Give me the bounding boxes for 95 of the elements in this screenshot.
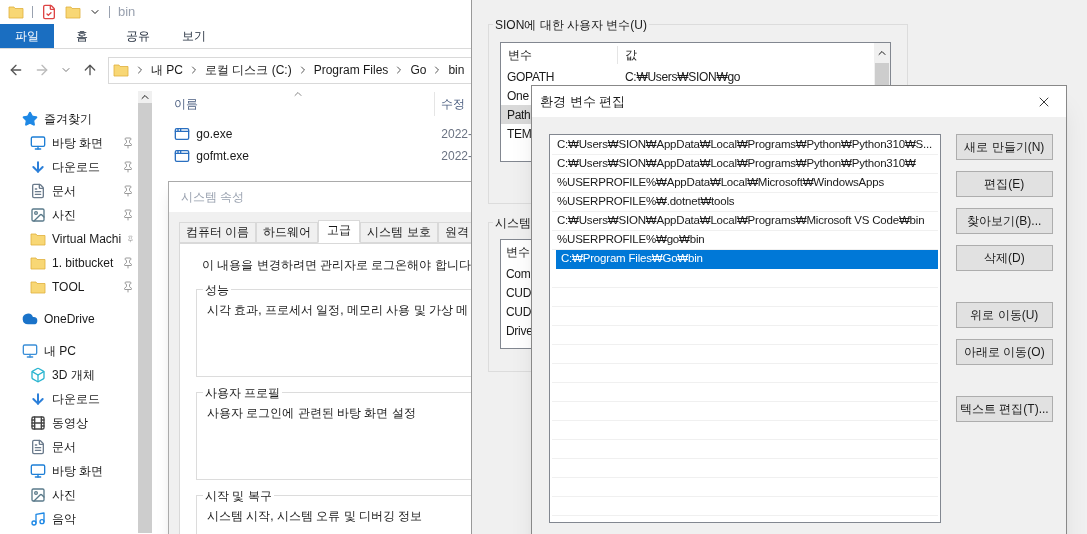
- nav-item[interactable]: 사진: [0, 203, 138, 227]
- document-icon: [30, 183, 46, 199]
- file-date: 2022-: [440, 148, 472, 165]
- nav-item[interactable]: 바탕 화면: [0, 459, 138, 483]
- nav-item[interactable]: 다운로드: [0, 387, 138, 411]
- star-icon: [22, 111, 38, 127]
- pin-icon[interactable]: [127, 233, 134, 245]
- path-item[interactable]: C:₩Users₩SION₩AppData₩Local₩Programs₩Python₩Python310₩: [552, 155, 938, 174]
- folder-icon: [30, 231, 46, 247]
- path-item[interactable]: C:₩Program Files₩Go₩bin: [556, 250, 938, 269]
- nav-item[interactable]: OneDrive: [0, 307, 138, 331]
- window-title: bin: [118, 3, 136, 22]
- nav-item[interactable]: 1. bitbucket: [0, 251, 138, 275]
- breadcrumb-item[interactable]: 내 PC: [151, 61, 183, 79]
- breadcrumb-item[interactable]: bin: [448, 61, 465, 79]
- column-header[interactable]: 수정: [435, 95, 466, 113]
- back-icon[interactable]: [8, 62, 24, 78]
- nav-item[interactable]: 다운로드: [0, 155, 138, 179]
- pin-icon[interactable]: [122, 257, 134, 269]
- path-list[interactable]: [549, 134, 941, 523]
- ribbon-tab[interactable]: 파일: [0, 24, 54, 48]
- nav-item[interactable]: Virtual Machi: [0, 227, 138, 251]
- group-description: 시각 효과, 프로세서 일정, 메모리 사용 및 가상 메: [207, 302, 469, 319]
- path-item[interactable]: C:₩Users₩SION₩AppData₩Local₩Programs₩Python₩Python310₩S...: [552, 136, 938, 155]
- folder-icon: [30, 255, 46, 271]
- down-arrow-icon: [30, 391, 46, 407]
- file-date: 2022-: [440, 126, 472, 143]
- app-icon: [174, 148, 191, 164]
- breadcrumb-item[interactable]: Program Files: [313, 61, 389, 79]
- dialog-button[interactable]: 새로 만들기(N): [956, 134, 1053, 160]
- tab[interactable]: 하드웨어: [256, 222, 319, 243]
- path-item[interactable]: C:₩Users₩SION₩AppData₩Local₩Programs₩Microsoft VS Code₩bin: [552, 212, 938, 231]
- picture-icon: [30, 487, 46, 503]
- tab[interactable]: 고급: [318, 220, 361, 243]
- monitor-icon: [30, 463, 46, 479]
- breadcrumb-item[interactable]: 로컬 디스크 (C:): [205, 61, 292, 79]
- pin-icon[interactable]: [122, 161, 134, 173]
- scrollbar[interactable]: [138, 91, 153, 533]
- nav-item[interactable]: 사진: [0, 483, 138, 507]
- variable-row[interactable]: GOPATH C:₩Users₩SION₩go: [501, 67, 874, 86]
- dialog-button[interactable]: 위로 이동(U): [956, 302, 1053, 328]
- tab[interactable]: 컴퓨터 이름: [179, 222, 257, 243]
- monitor-icon: [30, 135, 46, 151]
- path-item[interactable]: %USERPROFILE%₩.dotnet₩tools: [552, 193, 938, 212]
- properties-icon[interactable]: [41, 4, 57, 20]
- file-name[interactable]: go.exe: [196, 125, 233, 143]
- dialog-button[interactable]: 아래로 이동(O): [956, 339, 1053, 365]
- nav-item[interactable]: 문서: [0, 179, 138, 203]
- nav-item[interactable]: 즐겨찾기: [0, 107, 138, 131]
- dialog-button[interactable]: 찾아보기(B)...: [956, 208, 1053, 234]
- pin-icon[interactable]: [122, 185, 134, 197]
- film-icon: [30, 415, 46, 431]
- column-header[interactable]: 변수: [506, 243, 530, 261]
- folder-icon: [8, 4, 24, 20]
- nav-item[interactable]: 내 PC: [0, 339, 138, 363]
- dialog-button[interactable]: 삭제(D): [956, 245, 1053, 271]
- ribbon-tab[interactable]: 공유: [110, 24, 166, 48]
- group-description: 시스템 시작, 시스템 오류 및 디버깅 정보: [207, 508, 423, 525]
- up-icon[interactable]: [82, 62, 98, 78]
- folder-icon: [30, 279, 46, 295]
- group-description: 사용자 로그인에 관련된 바탕 화면 설정: [207, 405, 416, 422]
- column-header[interactable]: 값: [618, 46, 637, 64]
- folder-icon: [113, 62, 129, 78]
- window-title: 시스템 속성: [181, 189, 245, 206]
- dialog-title: 환경 변수 편집: [540, 92, 626, 111]
- path-item[interactable]: %USERPROFILE%₩AppData₩Local₩Microsoft₩WindowsApps: [552, 174, 938, 193]
- nav-item[interactable]: 음악: [0, 507, 138, 531]
- pin-icon[interactable]: [122, 281, 134, 293]
- app-icon: [174, 126, 191, 142]
- cloud-icon: [22, 311, 38, 327]
- nav-item[interactable]: 문서: [0, 435, 138, 459]
- picture-icon: [30, 207, 46, 223]
- document-icon: [30, 439, 46, 455]
- tab[interactable]: 시스템 보호: [360, 222, 438, 243]
- folder-icon: [65, 4, 81, 20]
- dialog-button[interactable]: 편집(E): [956, 171, 1053, 197]
- monitor-icon: [22, 343, 38, 359]
- nav-item[interactable]: 바탕 화면: [0, 131, 138, 155]
- nav-item[interactable]: TOOL: [0, 275, 138, 299]
- column-header[interactable]: 변수: [501, 46, 618, 64]
- nav-item[interactable]: 동영상: [0, 411, 138, 435]
- notice-text: 이 내용을 변경하려면 관리자로 로그온해야 합니다: [201, 257, 472, 274]
- cube-icon: [30, 367, 46, 383]
- music-note-icon: [30, 511, 46, 527]
- pin-icon[interactable]: [122, 137, 134, 149]
- file-name[interactable]: gofmt.exe: [196, 147, 249, 165]
- breadcrumb-item[interactable]: Go: [410, 61, 427, 79]
- forward-icon[interactable]: [34, 62, 50, 78]
- ribbon-tab[interactable]: 홈: [54, 24, 110, 48]
- column-header[interactable]: 이름: [174, 95, 435, 113]
- dialog-button[interactable]: 텍스트 편집(T)...: [956, 396, 1053, 422]
- nav-item[interactable]: 3D 개체: [0, 363, 138, 387]
- address-bar[interactable]: 내 PC 로컬 디스크 (C:) Program Files Go bin: [108, 56, 472, 84]
- pin-icon[interactable]: [122, 209, 134, 221]
- ribbon-tab[interactable]: 보기: [166, 24, 222, 48]
